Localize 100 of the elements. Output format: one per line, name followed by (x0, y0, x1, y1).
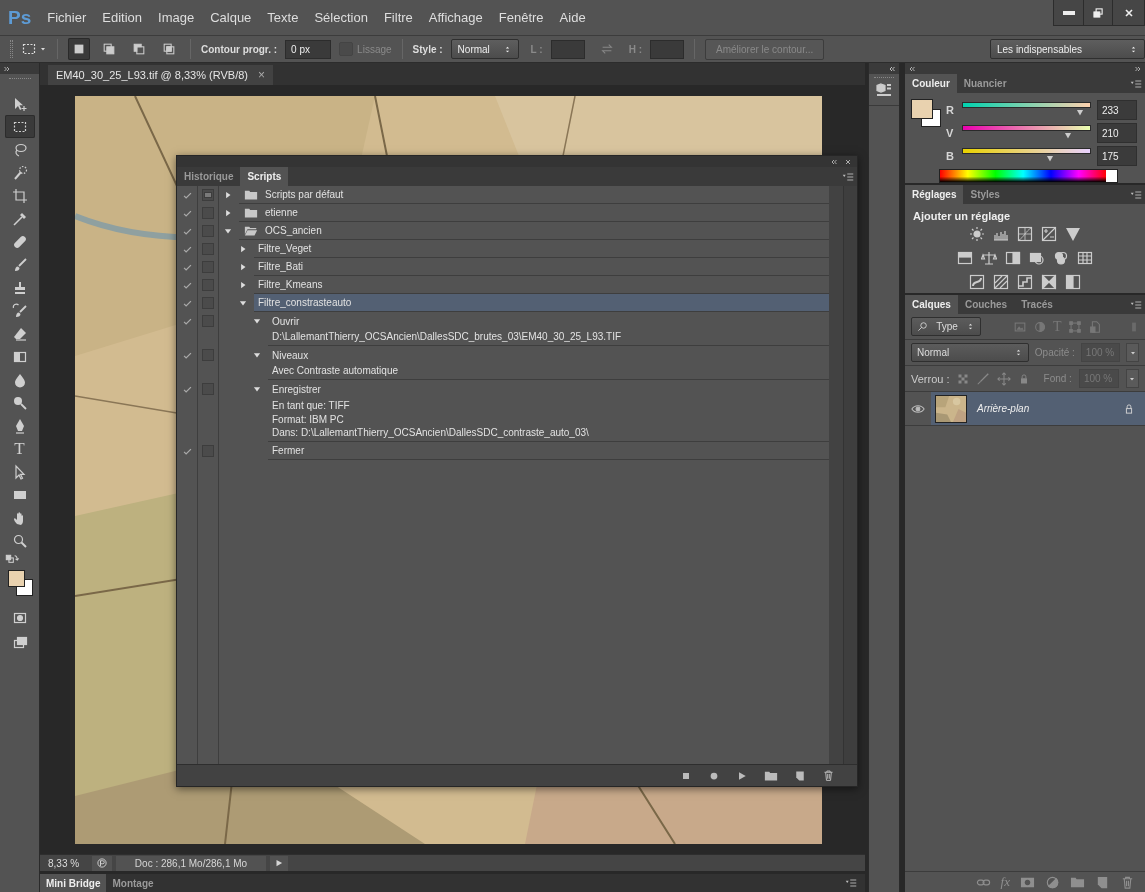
type-tool[interactable]: T (4, 437, 35, 460)
tool-button[interactable] (4, 115, 35, 138)
panel-menu-icon[interactable] (1130, 298, 1142, 311)
exposure-icon[interactable] (1041, 226, 1057, 242)
panel-tab[interactable]: Couleur (905, 74, 957, 93)
script-item[interactable]: Enregistrer (268, 380, 829, 398)
restore-button[interactable] (1083, 0, 1112, 25)
panel-menu-icon[interactable] (1130, 77, 1142, 90)
trash-icon[interactable] (822, 769, 835, 782)
filter-dropdown[interactable]: Type (911, 317, 981, 336)
value-field[interactable]: 175 (1097, 145, 1137, 166)
panel-tab[interactable]: Montage (106, 874, 160, 892)
caret-icon[interactable] (39, 45, 47, 53)
menu-item[interactable]: Aide (551, 6, 594, 29)
collapse-triangle-icon[interactable] (252, 384, 262, 394)
script-item[interactable]: Filtre_constrasteauto (254, 294, 829, 312)
brightness-icon[interactable] (969, 226, 985, 242)
threshold-icon[interactable] (1041, 274, 1057, 290)
input-field[interactable]: 0 px (285, 39, 332, 59)
new-script-icon[interactable] (794, 769, 806, 782)
invert-icon[interactable] (969, 274, 985, 290)
half-square-icon[interactable] (1005, 250, 1021, 266)
menu-item[interactable]: Texte (259, 6, 307, 29)
menu-item[interactable]: Filtre (375, 6, 421, 29)
play-icon[interactable] (274, 858, 284, 868)
menu-item[interactable]: Image (150, 6, 203, 29)
menu-item[interactable]: Sélection (306, 6, 376, 29)
selection-mode-button[interactable] (68, 38, 90, 60)
dropdown-button[interactable] (1125, 369, 1139, 388)
collapse-triangle-icon[interactable] (252, 350, 262, 360)
script-item[interactable]: Ouvrir (268, 312, 829, 330)
panel-menu-icon[interactable] (842, 170, 854, 183)
script-item[interactable]: Filtre_Veget (254, 240, 829, 258)
value-field[interactable]: 210 (1097, 122, 1137, 143)
script-item[interactable]: etienne (239, 204, 829, 222)
color-spectrum[interactable] (939, 169, 1118, 183)
collapse-icon[interactable] (888, 64, 896, 73)
minimize-button[interactable] (1054, 0, 1083, 25)
panel-tab[interactable]: Scripts (240, 167, 289, 186)
document-tab[interactable]: EM40_30_25_L93.tif @ 8,33% (RVB/8) × (48, 65, 273, 85)
script-item[interactable]: Niveaux (268, 346, 829, 364)
blend-mode-dropdown[interactable]: Normal (911, 343, 1029, 362)
script-item[interactable]: Fermer (268, 442, 829, 460)
panel-menu-icon[interactable] (845, 877, 857, 889)
expand-triangle-icon[interactable] (238, 280, 248, 290)
triangle-icon[interactable] (1065, 226, 1081, 242)
expand-triangle-icon[interactable] (223, 190, 233, 200)
grid-icon[interactable] (1077, 250, 1093, 266)
collapse-icon[interactable] (908, 64, 916, 73)
scrollbar[interactable] (843, 186, 857, 764)
curves-icon[interactable] (1017, 226, 1033, 242)
panel-tab[interactable]: Tracés (1014, 295, 1060, 314)
menu-item[interactable]: Affichage (420, 6, 491, 29)
collapse-icon[interactable] (830, 157, 838, 166)
dialog-toggle[interactable] (202, 189, 214, 201)
camera-icon[interactable] (1029, 250, 1045, 266)
color-swatches[interactable] (911, 99, 941, 129)
expand-triangle-icon[interactable] (238, 262, 248, 272)
collapse-triangle-icon[interactable] (252, 316, 262, 326)
script-item[interactable]: OCS_ancien (239, 222, 829, 240)
menu-item[interactable]: Fenêtre (490, 6, 552, 29)
close-icon[interactable] (844, 157, 852, 166)
panel-tab[interactable]: Historique (177, 167, 241, 186)
panel-tab[interactable]: Couches (957, 295, 1015, 314)
selection-mode-icon (162, 42, 176, 56)
layer-row[interactable]: Arrière-plan (931, 392, 1145, 425)
panel-tab[interactable]: Styles (963, 185, 1007, 204)
stairs-icon[interactable] (1017, 274, 1033, 290)
expand-icon[interactable] (3, 64, 11, 73)
expand-icon[interactable] (1134, 64, 1142, 73)
hue-icon[interactable] (957, 250, 973, 266)
workspace-dropdown[interactable]: Les indispensables (990, 39, 1145, 59)
circles-icon[interactable] (1053, 250, 1069, 266)
collapse-triangle-icon[interactable] (223, 226, 233, 236)
close-button[interactable] (1112, 0, 1144, 25)
menu-item[interactable]: Calque (202, 6, 260, 29)
panel-menu-icon[interactable] (1130, 188, 1142, 201)
status-icon[interactable] (96, 857, 108, 869)
script-item[interactable]: Filtre_Bati (254, 258, 829, 276)
panel-tab[interactable]: Calques (905, 295, 958, 314)
panel-tab[interactable]: Mini Bridge (40, 874, 107, 892)
style-dropdown[interactable]: Normal (450, 39, 519, 59)
input-field[interactable] (550, 39, 585, 59)
marquee-icon[interactable] (21, 41, 37, 57)
value-field[interactable]: 233 (1097, 99, 1137, 120)
scale-icon[interactable] (981, 250, 997, 266)
gradient-map-icon[interactable] (1065, 274, 1081, 290)
menu-item[interactable]: Fichier (39, 6, 95, 29)
expand-triangle-icon[interactable] (238, 244, 248, 254)
cube-icon[interactable] (876, 82, 892, 98)
script-item[interactable]: Scripts par défaut (239, 186, 829, 204)
panel-tab[interactable]: Réglages (905, 185, 964, 204)
collapse-triangle-icon[interactable] (238, 298, 248, 308)
dropdown-button[interactable] (1126, 343, 1139, 362)
tab-close-button[interactable]: × (257, 68, 265, 82)
panel-tab[interactable]: Nuancier (956, 74, 1014, 93)
posterize-icon[interactable] (993, 274, 1009, 290)
input-field[interactable] (650, 39, 684, 59)
menu-item[interactable]: Edition (94, 6, 150, 29)
expand-triangle-icon[interactable] (223, 208, 233, 218)
